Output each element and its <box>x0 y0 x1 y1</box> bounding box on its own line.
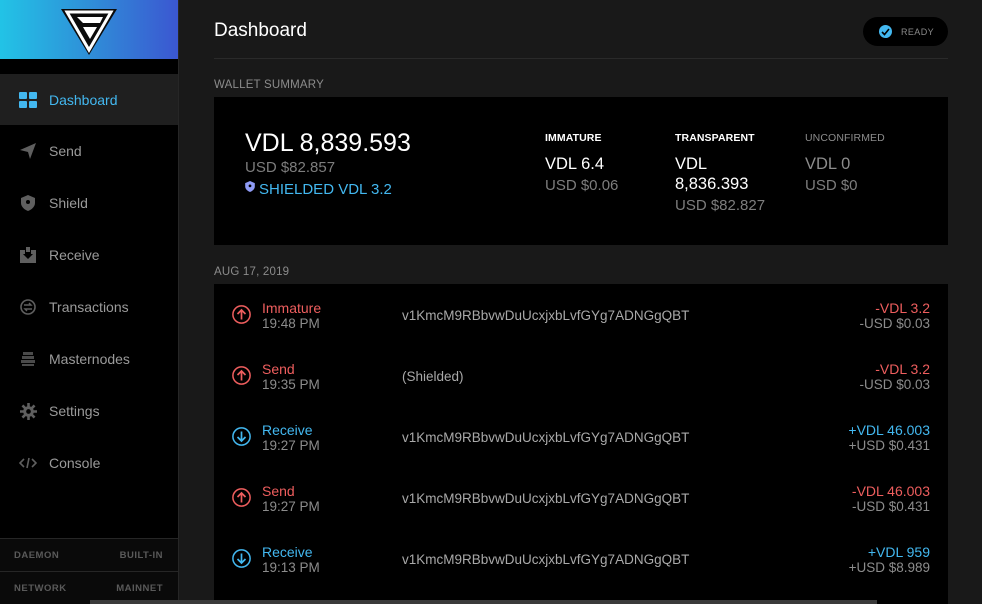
unconfirmed-value: VDL 0 <box>805 155 851 173</box>
transaction-row[interactable]: Immature 19:48 PM v1KmcM9RBbvwDuUcxjxbLvfG… <box>214 284 948 345</box>
arrow-up-circle-icon <box>232 366 251 385</box>
transaction-amount: +VDL 959 <box>867 544 930 560</box>
transaction-address: (Shielded) <box>402 369 464 384</box>
transaction-address: v1KmcM9RBbvwDuUcxjxbLvfGYg7ADNGgQBT <box>402 430 690 445</box>
arrow-up-circle-icon <box>232 488 251 507</box>
sidebar-item-label: Transactions <box>49 299 129 315</box>
unconfirmed-balance: UNCONFIRMED VDL 0 USD $0 <box>805 132 925 194</box>
transaction-address: v1KmcM9RBbvwDuUcxjxbLvfGYg7ADNGgQBT <box>402 552 690 567</box>
unconfirmed-usd: USD $0 <box>805 177 858 194</box>
transaction-type: Send <box>262 361 295 377</box>
app-window: Dashboard Send Shield Receive Transactio… <box>0 0 982 604</box>
vidulum-logo-icon <box>61 8 117 55</box>
transaction-type: Receive <box>262 544 313 560</box>
sidebar-item-label: Shield <box>49 195 88 211</box>
transactions-icon <box>19 298 37 316</box>
send-icon <box>19 142 37 160</box>
transparent-value: VDL 8,836.393 <box>675 155 749 193</box>
logo <box>0 0 178 59</box>
transaction-time: 19:13 PM <box>262 560 320 575</box>
transaction-amount: -VDL 46.003 <box>851 483 930 499</box>
header: Dashboard READY <box>214 0 948 59</box>
transaction-time: 19:27 PM <box>262 438 320 453</box>
daemon-label: DAEMON <box>14 549 60 561</box>
sidebar-item-label: Console <box>49 455 101 471</box>
sidebar-item-label: Receive <box>49 247 100 263</box>
transaction-row[interactable]: Send 19:27 PM v1KmcM9RBbvwDuUcxjxbLvfGYg7A… <box>214 467 948 528</box>
settings-icon <box>19 402 37 420</box>
main-content: Dashboard READY WALLET SUMMARY VDL 8,839… <box>90 0 982 604</box>
total-balance: VDL 8,839.593 USD $82.857 SHIELDED VDL 3… <box>245 129 411 198</box>
sidebar-item-shield[interactable]: Shield <box>0 177 178 229</box>
transparent-label: TRANSPARENT <box>675 132 755 144</box>
transaction-time: 19:27 PM <box>262 499 320 514</box>
shielded-balance: SHIELDED VDL 3.2 <box>245 181 411 198</box>
receive-icon <box>19 246 37 264</box>
sidebar-item-dashboard[interactable]: Dashboard <box>0 74 178 125</box>
transaction-usd: -USD $0.03 <box>859 316 930 331</box>
status-text: READY <box>901 26 935 37</box>
immature-balance: IMMATURE VDL 6.4 USD $0.06 <box>545 132 665 194</box>
transaction-row[interactable]: Send 19:35 PM (Shielded) -VDL 3.2 -USD $0.03 <box>214 345 948 406</box>
network-label: NETWORK <box>14 582 67 594</box>
arrow-up-circle-icon <box>232 305 251 324</box>
console-icon <box>19 454 37 472</box>
shield-icon <box>245 181 255 192</box>
total-balance-usd: USD $82.857 <box>245 159 336 176</box>
immature-value: VDL 6.4 <box>545 155 605 173</box>
transaction-usd: -USD $0.03 <box>859 377 930 392</box>
transaction-usd: +USD $0.431 <box>848 438 930 453</box>
page-title: Dashboard <box>214 20 307 41</box>
transaction-type: Immature <box>262 300 322 316</box>
sidebar-item-settings[interactable]: Settings <box>0 385 178 437</box>
sidebar-item-transactions[interactable]: Transactions <box>0 281 178 333</box>
transactions-date-label: AUG 17, 2019 <box>214 266 290 278</box>
transaction-row[interactable]: Receive 19:13 PM v1KmcM9RBbvwDuUcxjxbLvfGY… <box>214 528 948 589</box>
shield-icon <box>19 194 37 212</box>
transaction-amount: -VDL 3.2 <box>875 361 930 377</box>
sidebar-item-label: Send <box>49 143 82 159</box>
shielded-balance-text: SHIELDED VDL 3.2 <box>259 181 392 198</box>
transaction-time: 19:48 PM <box>262 316 320 331</box>
wallet-summary-label: WALLET SUMMARY <box>214 79 324 91</box>
transaction-time: 19:35 PM <box>262 377 320 392</box>
bottom-edge <box>90 600 877 604</box>
transaction-usd: +USD $8.989 <box>848 560 930 575</box>
sidebar-footer: DAEMON BUILT-IN NETWORK MAINNET <box>0 538 178 604</box>
sidebar-item-label: Settings <box>49 403 100 419</box>
transaction-row[interactable]: Receive 19:27 PM v1KmcM9RBbvwDuUcxjxbLvfGY… <box>214 406 948 467</box>
sidebar-item-send[interactable]: Send <box>0 125 178 177</box>
transaction-type: Receive <box>262 422 313 438</box>
masternodes-icon <box>19 350 37 368</box>
transaction-type: Send <box>262 483 295 499</box>
sidebar-item-masternodes[interactable]: Masternodes <box>0 333 178 385</box>
sidebar-item-label: Dashboard <box>49 91 118 108</box>
network-value: MAINNET <box>116 582 163 594</box>
transaction-amount: -VDL 3.2 <box>875 300 930 316</box>
transparent-balance: TRANSPARENT VDL 8,836.393 USD $82.827 <box>675 132 785 214</box>
transaction-usd: -USD $0.431 <box>851 499 930 514</box>
immature-label: IMMATURE <box>545 132 602 144</box>
daemon-info: DAEMON BUILT-IN <box>0 538 178 571</box>
transaction-list: Immature 19:48 PM v1KmcM9RBbvwDuUcxjxbLvfG… <box>214 284 948 604</box>
transaction-address: v1KmcM9RBbvwDuUcxjxbLvfGYg7ADNGgQBT <box>402 308 690 323</box>
wallet-summary-card: VDL 8,839.593 USD $82.857 SHIELDED VDL 3… <box>214 97 948 245</box>
transparent-usd: USD $82.827 <box>675 197 766 214</box>
arrow-down-circle-icon <box>232 427 251 446</box>
unconfirmed-label: UNCONFIRMED <box>805 132 885 144</box>
arrow-down-circle-icon <box>232 549 251 568</box>
sidebar-item-console[interactable]: Console <box>0 437 178 489</box>
sidebar-nav: Dashboard Send Shield Receive Transactio… <box>0 74 178 489</box>
transaction-address: v1KmcM9RBbvwDuUcxjxbLvfGYg7ADNGgQBT <box>402 491 690 506</box>
daemon-value: BUILT-IN <box>119 549 163 561</box>
status-badge[interactable]: READY <box>863 17 948 46</box>
dashboard-icon <box>19 91 37 109</box>
sidebar: Dashboard Send Shield Receive Transactio… <box>0 0 179 604</box>
sidebar-item-receive[interactable]: Receive <box>0 229 178 281</box>
transaction-amount: +VDL 46.003 <box>848 422 930 438</box>
immature-usd: USD $0.06 <box>545 177 619 194</box>
sidebar-item-label: Masternodes <box>49 351 130 367</box>
total-balance-value: VDL 8,839.593 <box>245 129 411 157</box>
check-icon <box>879 25 892 38</box>
